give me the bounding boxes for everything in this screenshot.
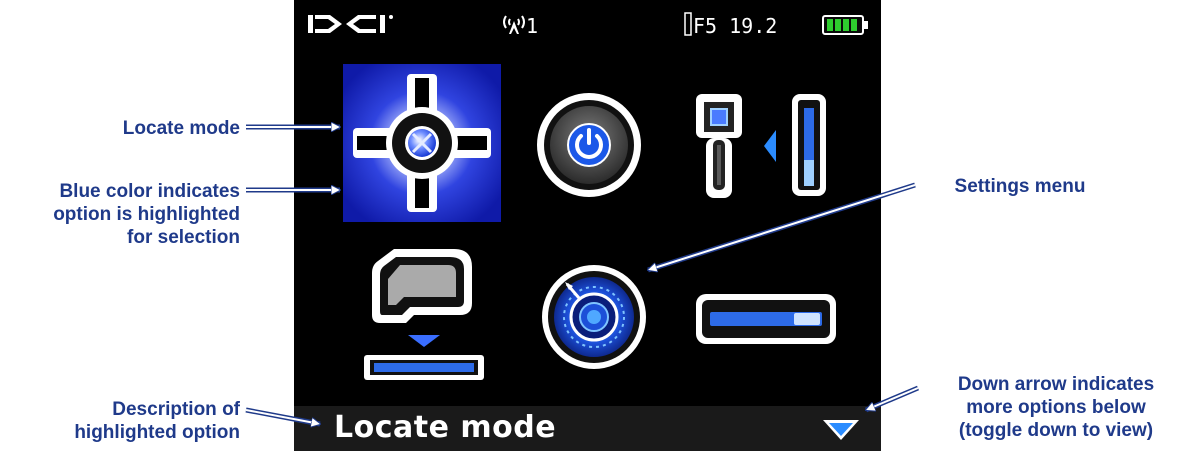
arrow-description [245,407,320,424]
arrow-down-arrow [866,385,919,413]
callout-arrows [245,0,919,451]
arrow-settings-menu [648,182,916,270]
